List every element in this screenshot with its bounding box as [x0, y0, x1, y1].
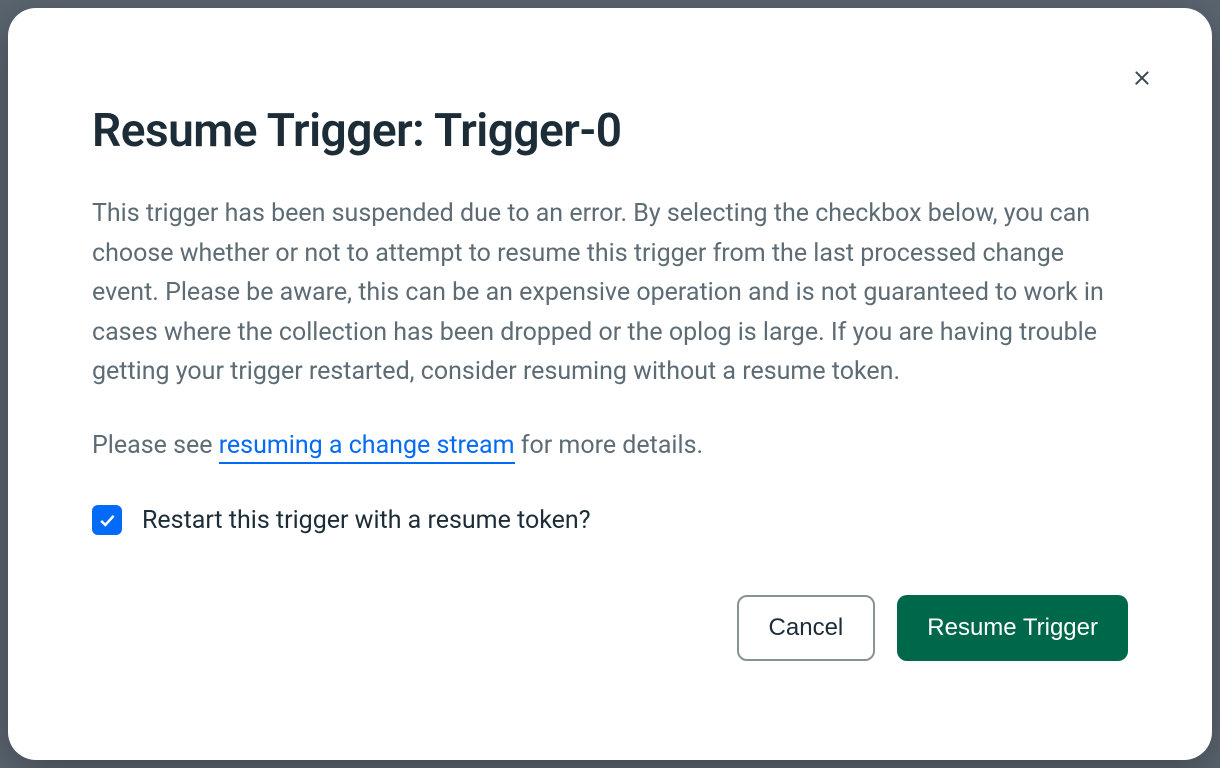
cancel-button[interactable]: Cancel [737, 595, 876, 661]
modal-footer: Cancel Resume Trigger [92, 595, 1128, 661]
modal-title: Resume Trigger: Trigger-0 [92, 104, 1128, 158]
secondary-prefix: Please see [92, 431, 219, 460]
modal-secondary-text: Please see resuming a change stream for … [92, 426, 1128, 466]
resume-token-checkbox[interactable] [92, 505, 122, 535]
resume-trigger-button[interactable]: Resume Trigger [897, 595, 1128, 661]
checkbox-row: Restart this trigger with a resume token… [92, 505, 1128, 535]
checkmark-icon [97, 510, 117, 530]
checkbox-label[interactable]: Restart this trigger with a resume token… [142, 506, 591, 535]
resume-trigger-modal: Resume Trigger: Trigger-0 This trigger h… [8, 8, 1212, 760]
secondary-suffix: for more details. [515, 431, 704, 460]
close-icon [1130, 66, 1154, 90]
close-button[interactable] [1122, 58, 1162, 98]
resuming-change-stream-link[interactable]: resuming a change stream [219, 431, 515, 464]
modal-description: This trigger has been suspended due to a… [92, 194, 1128, 392]
